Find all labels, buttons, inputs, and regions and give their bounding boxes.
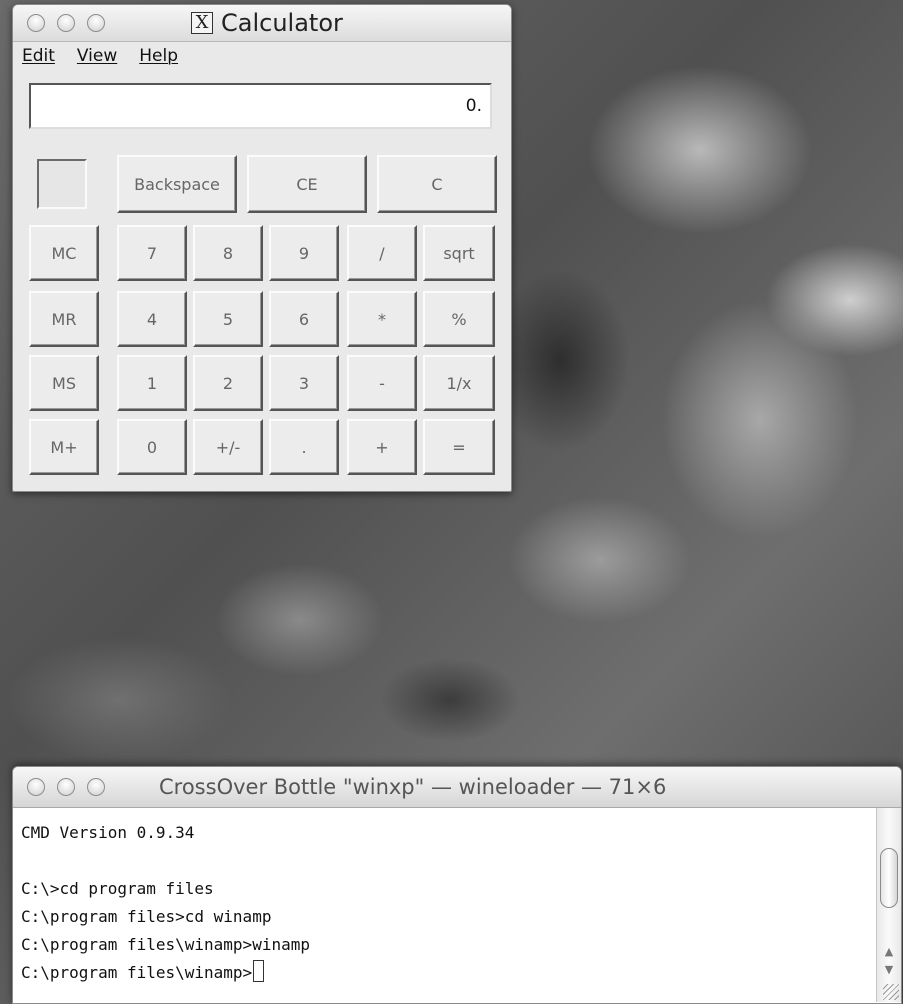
subtract-button[interactable]: - [347, 355, 417, 411]
minimize-window-button[interactable] [57, 778, 75, 796]
calculator-menubar: Edit View Help [13, 42, 511, 70]
terminal-title: CrossOver Bottle "winxp" — wineloader — … [159, 775, 667, 799]
memory-store-button[interactable]: MS [29, 355, 99, 411]
terminal-line: C:\program files>cd winamp [21, 907, 272, 926]
close-window-button[interactable] [27, 778, 45, 796]
close-window-button[interactable] [27, 14, 45, 32]
reciprocal-button[interactable]: 1/x [423, 355, 495, 411]
digit-1-button[interactable]: 1 [117, 355, 187, 411]
terminal-line: C:\program files\winamp>winamp [21, 935, 310, 954]
terminal-prompt: C:\program files\winamp> [21, 963, 253, 982]
terminal-titlebar[interactable]: CrossOver Bottle "winxp" — wineloader — … [13, 767, 901, 808]
multiply-button[interactable]: * [347, 291, 417, 347]
menu-view[interactable]: View [77, 46, 117, 66]
sqrt-button[interactable]: sqrt [423, 225, 495, 281]
divide-button[interactable]: / [347, 225, 417, 281]
terminal-window: CrossOver Bottle "winxp" — wineloader — … [12, 766, 902, 1004]
terminal-scrollbar[interactable]: ▲ ▼ [876, 808, 901, 1002]
calculator-titlebar[interactable]: X Calculator [13, 5, 511, 42]
menu-help[interactable]: Help [139, 46, 178, 66]
backspace-button[interactable]: Backspace [117, 155, 237, 213]
digit-8-button[interactable]: 8 [193, 225, 263, 281]
menu-edit[interactable]: Edit [22, 46, 55, 66]
x11-app-icon: X [191, 12, 213, 34]
scroll-down-arrow-icon[interactable]: ▼ [881, 962, 897, 978]
zoom-window-button[interactable] [87, 778, 105, 796]
minimize-window-button[interactable] [57, 14, 75, 32]
text-cursor [253, 960, 265, 982]
memory-clear-button[interactable]: MC [29, 225, 99, 281]
add-button[interactable]: + [347, 419, 417, 475]
terminal-line: C:\>cd program files [21, 879, 214, 898]
digit-0-button[interactable]: 0 [117, 419, 187, 475]
percent-button[interactable]: % [423, 291, 495, 347]
digit-9-button[interactable]: 9 [269, 225, 339, 281]
digit-3-button[interactable]: 3 [269, 355, 339, 411]
digit-4-button[interactable]: 4 [117, 291, 187, 347]
terminal-prompt-line[interactable]: C:\program files\winamp> [21, 959, 861, 987]
negate-button[interactable]: +/- [193, 419, 263, 475]
memory-indicator [37, 159, 87, 209]
calculator-title: Calculator [221, 9, 343, 37]
decimal-button[interactable]: . [269, 419, 339, 475]
memory-add-button[interactable]: M+ [29, 419, 99, 475]
digit-6-button[interactable]: 6 [269, 291, 339, 347]
clear-entry-button[interactable]: CE [247, 155, 367, 213]
equals-button[interactable]: = [423, 419, 495, 475]
calculator-display: 0. [29, 83, 492, 129]
terminal-output[interactable]: CMD Version 0.9.34 C:\>cd program files … [21, 819, 861, 987]
zoom-window-button[interactable] [87, 14, 105, 32]
resize-grip-icon[interactable] [883, 984, 899, 1000]
terminal-line: CMD Version 0.9.34 [21, 823, 195, 842]
digit-7-button[interactable]: 7 [117, 225, 187, 281]
scrollbar-thumb[interactable] [880, 848, 898, 908]
clear-button[interactable]: C [377, 155, 497, 213]
scroll-up-arrow-icon[interactable]: ▲ [881, 944, 897, 960]
memory-recall-button[interactable]: MR [29, 291, 99, 347]
calculator-window: X Calculator Edit View Help 0. Backspace… [12, 4, 512, 492]
digit-2-button[interactable]: 2 [193, 355, 263, 411]
digit-5-button[interactable]: 5 [193, 291, 263, 347]
